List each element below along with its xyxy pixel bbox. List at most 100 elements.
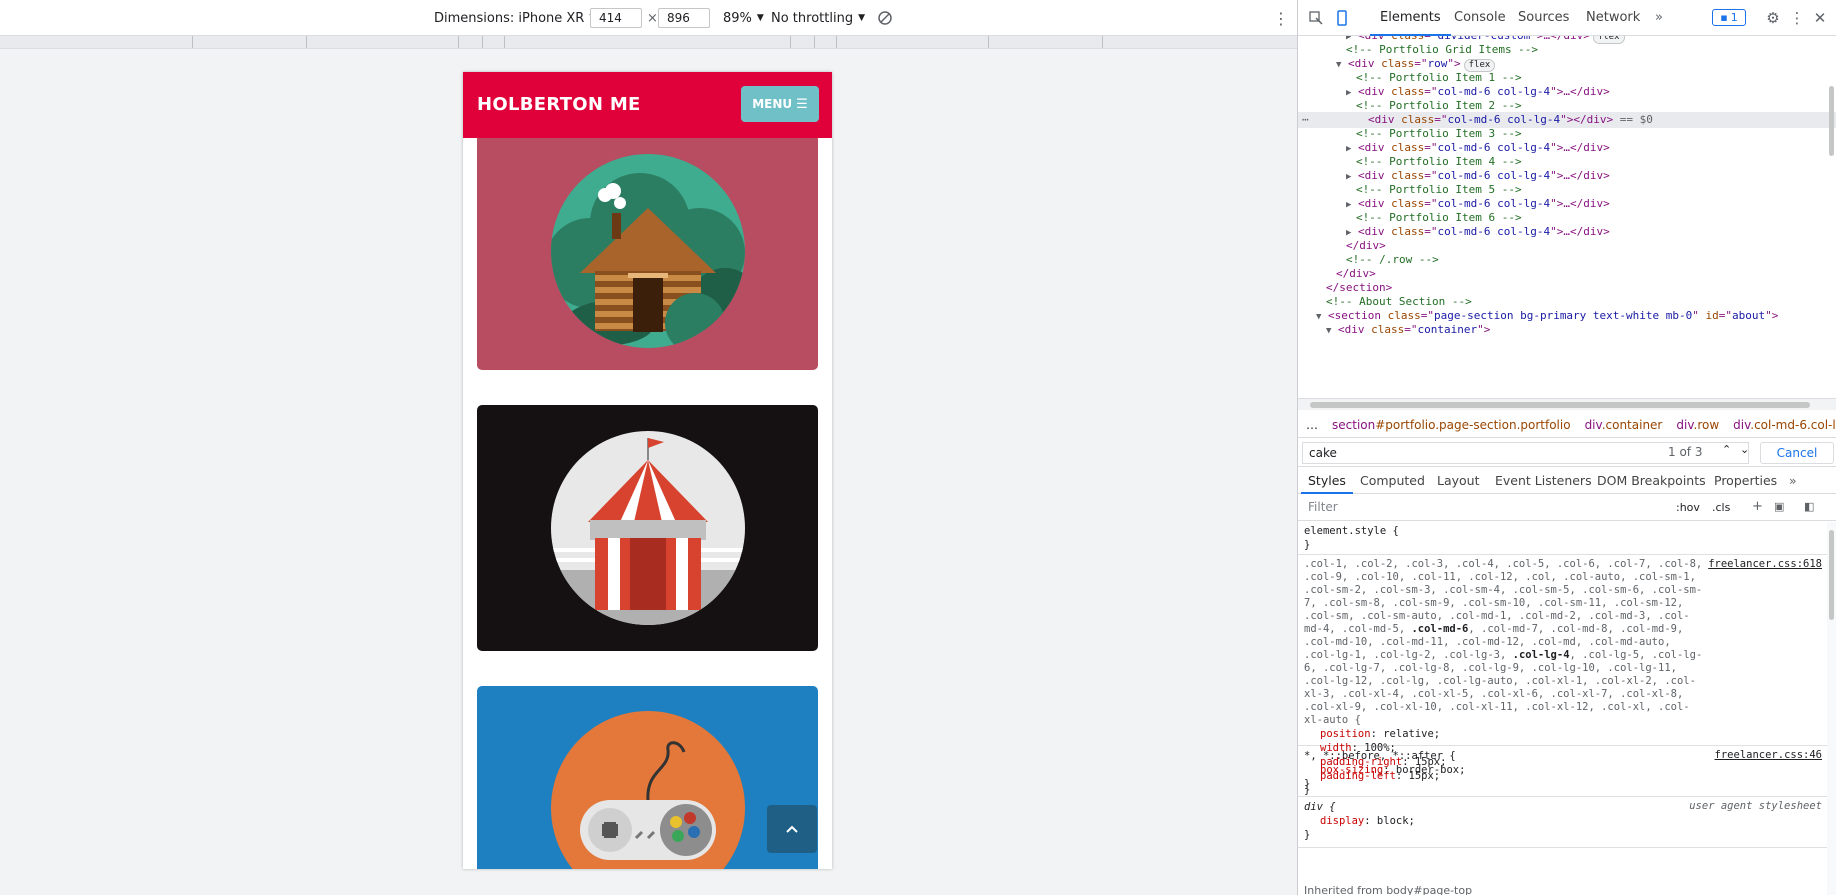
more-tabs-icon[interactable]: »: [1789, 473, 1797, 488]
cancel-button[interactable]: Cancel: [1760, 442, 1834, 464]
viewport-width-input[interactable]: [590, 8, 642, 28]
dom-node-line[interactable]: ▼ <div class="container">: [1298, 322, 1836, 338]
breadcrumb-item[interactable]: section#portfolio.page-section.portfolio: [1332, 418, 1571, 432]
html-tag: <div: [1358, 225, 1385, 238]
html-attribute-name: class: [1391, 197, 1425, 210]
breadcrumb-ellipsis[interactable]: …: [1306, 418, 1318, 432]
html-attribute-name: class: [1391, 225, 1425, 238]
device-toggle-icon[interactable]: [1334, 9, 1350, 27]
html-comment: <!-- Portfolio Item 1 -->: [1356, 71, 1522, 84]
rule-selector[interactable]: .col-1, .col-2, .col-3, .col-4, .col-5, …: [1304, 558, 1824, 727]
breadcrumb-item[interactable]: div.row: [1676, 418, 1719, 432]
html-tag: <div: [1358, 197, 1385, 210]
zoom-dropdown[interactable]: 89% ▼: [723, 0, 764, 36]
horizontal-scrollbar[interactable]: [1298, 398, 1836, 410]
html-comment: <!-- About Section -->: [1326, 295, 1472, 308]
css-property: box-sizing: [1320, 764, 1384, 776]
tab-network[interactable]: Network: [1586, 10, 1640, 25]
devtools-panel: Elements Console Sources Network » ▪ 1 ⚙ …: [1297, 0, 1836, 895]
viewport-height-input[interactable]: [658, 8, 710, 28]
breadcrumb-tag: div: [1733, 417, 1751, 432]
device-toolbar: Dimensions: iPhone XR ▼ × 89% ▼ No throt…: [0, 0, 1297, 36]
html-tag: <section: [1328, 309, 1381, 322]
tab-properties[interactable]: Properties: [1714, 473, 1777, 488]
site-navbar: HOLBERTON ME MENU ☰: [463, 72, 832, 138]
html-attribute-value: col-md-6 col-lg-4: [1437, 169, 1551, 182]
element-style-selector[interactable]: element.style {: [1304, 524, 1824, 538]
tab-elements[interactable]: Elements: [1370, 10, 1451, 36]
throttling-dropdown[interactable]: No throttling ▼: [771, 0, 865, 36]
dom-tree-scrollbar[interactable]: [1827, 36, 1836, 398]
css-declaration[interactable]: box-sizing: border-box;: [1304, 763, 1824, 777]
close-icon[interactable]: ✕: [1812, 9, 1828, 27]
expand-arrow-icon: ▼: [1326, 326, 1332, 336]
html-comment: <!-- /.row -->: [1346, 253, 1439, 266]
issues-badge[interactable]: ▪ 1: [1712, 9, 1746, 26]
html-attribute-value: about: [1732, 309, 1766, 322]
device-emulation-area: Dimensions: iPhone XR ▼ × 89% ▼ No throt…: [0, 0, 1297, 895]
rotate-icon[interactable]: [877, 0, 893, 36]
dom-tree[interactable]: ▶<div class="divider-custom">…</div>flex…: [1298, 36, 1836, 398]
breadcrumb: … section#portfolio.page-section.portfol…: [1298, 412, 1836, 438]
html-attribute-name: class: [1391, 141, 1425, 154]
html-attribute-name: class: [1391, 85, 1425, 98]
portfolio-item[interactable]: [477, 405, 818, 651]
styles-filter-input[interactable]: Filter: [1304, 498, 1664, 518]
search-next-icon[interactable]: ⌄: [1740, 443, 1749, 456]
css-value: relative;: [1383, 728, 1441, 740]
element-style-rule: element.style { }: [1298, 522, 1828, 555]
html-comment: <!-- Portfolio Item 3 -->: [1356, 127, 1522, 140]
html-attribute-value: col-md-6 col-lg-4: [1447, 113, 1561, 126]
cls-toggle[interactable]: .cls: [1712, 501, 1730, 514]
paint-icon[interactable]: ▣: [1774, 500, 1784, 513]
throttling-label: No throttling: [771, 10, 854, 26]
new-rule-icon[interactable]: +: [1752, 499, 1763, 514]
html-tag-end: >: [1771, 309, 1779, 322]
sidebar-toggle-icon[interactable]: ◧: [1804, 500, 1814, 513]
styles-scrollbar[interactable]: [1827, 522, 1836, 895]
more-tabs-icon[interactable]: »: [1655, 10, 1663, 25]
rule-source-link[interactable]: freelancer.css:618: [1708, 558, 1822, 570]
tab-event-listeners[interactable]: Event Listeners: [1495, 473, 1592, 488]
phone-viewport: HOLBERTON ME MENU ☰: [463, 72, 832, 869]
html-attribute-name: class: [1391, 169, 1425, 182]
rule-source-link[interactable]: freelancer.css:46: [1715, 749, 1822, 761]
breadcrumb-item[interactable]: div.container: [1585, 418, 1663, 432]
issues-icon: ▪: [1720, 11, 1728, 24]
more-options-icon[interactable]: ⋮: [1273, 0, 1289, 36]
html-attribute-value: page-section bg-primary text-white mb-0: [1433, 309, 1693, 322]
issues-count: 1: [1730, 11, 1738, 24]
portfolio-item[interactable]: [477, 132, 818, 370]
html-comment: <!-- Portfolio Item 2 -->: [1356, 99, 1522, 112]
gear-icon[interactable]: ⚙: [1764, 9, 1782, 27]
media-query-ruler: [0, 36, 1297, 49]
device-dimensions-label: Dimensions: iPhone XR: [434, 10, 585, 26]
more-options-icon[interactable]: ⋮: [1790, 9, 1805, 27]
inspect-element-icon[interactable]: [1308, 10, 1324, 26]
tab-dom-breakpoints[interactable]: DOM Breakpoints: [1597, 473, 1706, 488]
html-attribute-value: col-md-6 col-lg-4: [1437, 225, 1551, 238]
device-dimensions-dropdown[interactable]: Dimensions: iPhone XR ▼: [434, 0, 596, 36]
rule-close-brace: }: [1304, 539, 1311, 551]
menu-button[interactable]: MENU ☰: [741, 86, 819, 122]
tab-sources[interactable]: Sources: [1518, 10, 1569, 25]
search-prev-icon[interactable]: ⌃: [1722, 443, 1731, 456]
hov-toggle[interactable]: :hov: [1676, 501, 1700, 514]
site-brand[interactable]: HOLBERTON ME: [477, 94, 641, 115]
html-tag: <div: [1368, 113, 1395, 126]
breadcrumb-selector: .container: [1601, 417, 1663, 432]
css-rule: user agent stylesheet div { display: blo…: [1298, 798, 1828, 848]
html-comment: <!-- Portfolio Item 6 -->: [1356, 211, 1522, 224]
scroll-to-top-button[interactable]: [767, 805, 817, 853]
tab-computed[interactable]: Computed: [1360, 473, 1425, 488]
css-declaration[interactable]: display: block;: [1304, 814, 1824, 828]
html-tag: <div: [1358, 85, 1385, 98]
tab-styles[interactable]: Styles: [1301, 473, 1353, 494]
breadcrumb-item[interactable]: div.col-md-6.col-lg-4: [1733, 418, 1836, 432]
rule-close-brace: }: [1304, 829, 1311, 841]
css-declaration[interactable]: position: relative;: [1304, 727, 1824, 741]
tab-layout[interactable]: Layout: [1437, 473, 1480, 488]
tab-console[interactable]: Console: [1454, 10, 1506, 25]
html-tag: <div: [1338, 323, 1365, 336]
inherited-from-label: Inherited from body#page-top: [1304, 884, 1473, 895]
